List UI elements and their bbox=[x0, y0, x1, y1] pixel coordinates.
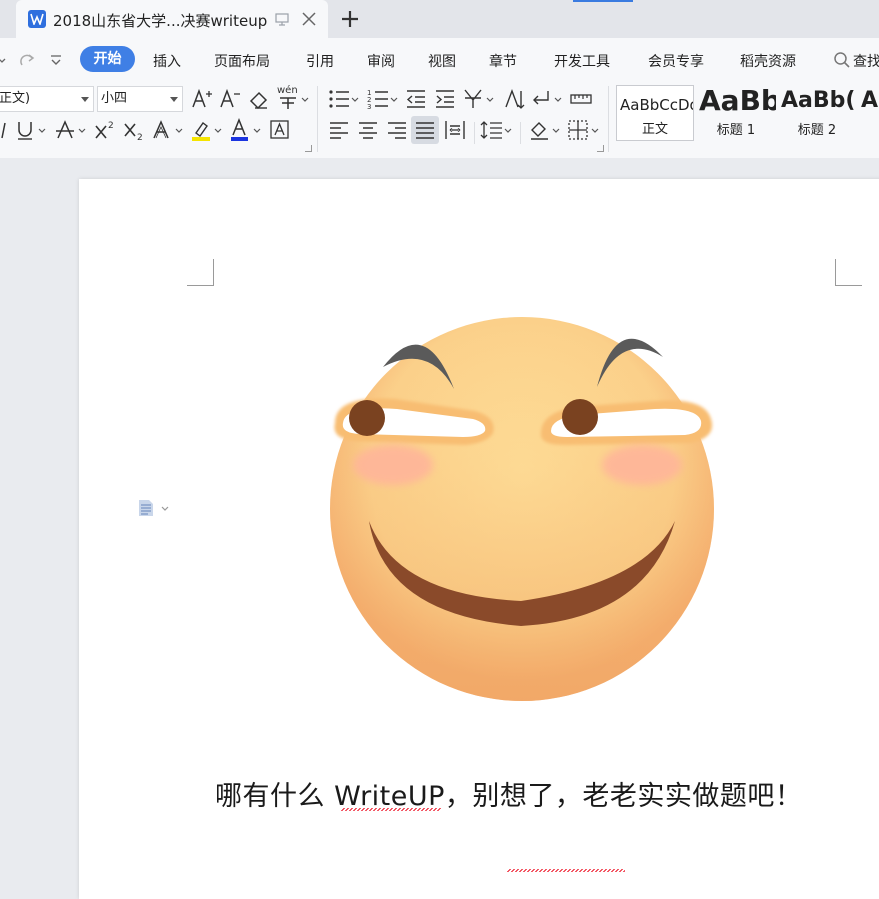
margin-corner-mark bbox=[835, 259, 862, 286]
distributed-align-icon[interactable] bbox=[443, 118, 467, 142]
ribbon-tab-row: 开始 插入 页面布局 引用 审阅 视图 章节 开发工具 会员专享 稻壳资源 查找 bbox=[0, 38, 879, 82]
document-canvas[interactable]: 哪有什么 WriteUP，别想了，老老实实做题吧！ bbox=[0, 158, 879, 899]
style-sample: AaBb( bbox=[781, 88, 856, 113]
right-blush bbox=[602, 445, 682, 485]
borders-icon[interactable] bbox=[567, 118, 601, 142]
grow-font-icon[interactable] bbox=[190, 87, 214, 111]
style-sample: AaBb bbox=[699, 85, 776, 117]
chevron-down-icon bbox=[170, 97, 178, 102]
left-blush bbox=[353, 445, 433, 485]
spellcheck-underline bbox=[341, 808, 441, 811]
style-name: 标题 1 bbox=[716, 123, 756, 138]
margin-corner-mark bbox=[187, 259, 214, 286]
paragraph-mark-icon[interactable] bbox=[530, 87, 564, 111]
decrease-indent-icon[interactable] bbox=[404, 87, 428, 111]
tab-developer[interactable]: 开发工具 bbox=[554, 51, 610, 71]
bullet-list-icon[interactable] bbox=[327, 87, 361, 111]
document-body-text[interactable]: 哪有什么 WriteUP，别想了，老老实实做题吧！ bbox=[215, 774, 802, 813]
shrink-font-icon[interactable] bbox=[218, 87, 242, 111]
right-pupil bbox=[562, 399, 598, 435]
tab-strip: 2018山东省大学...决赛writeup bbox=[0, 0, 879, 38]
style-name: 正文 bbox=[641, 122, 668, 137]
tab-review[interactable]: 审阅 bbox=[367, 51, 395, 71]
font-name-value: 正文) bbox=[0, 91, 31, 106]
tab-insert[interactable]: 插入 bbox=[153, 51, 181, 71]
monitor-icon[interactable] bbox=[274, 11, 290, 27]
superscript-icon[interactable]: 2 bbox=[93, 118, 117, 142]
group-separator bbox=[317, 86, 318, 152]
align-center-icon[interactable] bbox=[356, 118, 380, 142]
font-color-icon[interactable] bbox=[229, 118, 263, 142]
pinyin-label: wén bbox=[277, 85, 298, 96]
underline-icon[interactable] bbox=[14, 118, 48, 142]
tab-home[interactable]: 开始 bbox=[80, 46, 135, 72]
group-separator bbox=[608, 86, 609, 152]
spellcheck-underline bbox=[507, 869, 625, 872]
tab-member[interactable]: 会员专享 bbox=[648, 51, 704, 71]
chevron-down-icon bbox=[81, 97, 89, 102]
window-accent-line bbox=[573, 0, 633, 2]
smirk-face-image[interactable] bbox=[325, 315, 725, 705]
subscript-icon[interactable]: 2 bbox=[122, 118, 146, 142]
tab-title: 2018山东省大学...决赛writeup bbox=[53, 12, 268, 30]
style-name: 标题 2 bbox=[797, 123, 837, 138]
home-ribbon: 正文) 小四 wén 2 2 1 2 3 AaBbCcDd 正文 AaBb 标题… bbox=[0, 82, 879, 159]
tab-section[interactable]: 章节 bbox=[489, 51, 517, 71]
new-tab-plus-icon[interactable] bbox=[338, 7, 362, 31]
numbered-list-icon[interactable]: 123 bbox=[366, 87, 400, 111]
text-direction-icon[interactable] bbox=[502, 87, 526, 111]
font-size-select[interactable]: 小四 bbox=[97, 86, 183, 112]
document-tab[interactable]: 2018山东省大学...决赛writeup bbox=[16, 0, 328, 38]
paragraph-layout-icon[interactable] bbox=[137, 498, 173, 522]
line-spacing-icon[interactable] bbox=[480, 118, 514, 142]
svg-text:2: 2 bbox=[137, 133, 143, 142]
align-justify-icon[interactable] bbox=[411, 116, 439, 144]
chinese-layout-icon[interactable] bbox=[462, 87, 496, 111]
tab-page-layout[interactable]: 页面布局 bbox=[214, 51, 270, 71]
strikethrough-icon[interactable] bbox=[54, 118, 88, 142]
text-effect-icon[interactable] bbox=[151, 118, 185, 142]
style-heading-2[interactable]: AaBb( 标题 2 bbox=[778, 85, 856, 141]
search-icon[interactable] bbox=[833, 51, 851, 73]
customize-quick-access-icon[interactable] bbox=[48, 50, 64, 74]
ruler-icon[interactable] bbox=[569, 87, 593, 111]
align-right-icon[interactable] bbox=[385, 118, 409, 142]
left-pupil bbox=[349, 400, 385, 436]
style-normal[interactable]: AaBbCcDd 正文 bbox=[616, 85, 694, 141]
highlight-color-icon[interactable] bbox=[190, 118, 224, 142]
font-dialog-launcher-icon[interactable] bbox=[305, 145, 312, 152]
close-icon[interactable] bbox=[300, 10, 318, 28]
wps-writer-icon bbox=[28, 10, 46, 28]
font-size-value: 小四 bbox=[101, 91, 128, 106]
pinyin-guide-icon[interactable]: wén bbox=[275, 85, 309, 110]
style-heading-1[interactable]: AaBb 标题 1 bbox=[696, 85, 776, 141]
font-name-select[interactable]: 正文) bbox=[0, 86, 94, 112]
style-heading-3[interactable]: A bbox=[858, 85, 879, 141]
clear-format-eraser-icon[interactable] bbox=[247, 87, 271, 111]
tab-docer-resources[interactable]: 稻壳资源 bbox=[740, 51, 796, 71]
align-left-icon[interactable] bbox=[327, 118, 351, 142]
tab-references[interactable]: 引用 bbox=[306, 51, 334, 71]
document-page[interactable]: 哪有什么 WriteUP，别想了，老老实实做题吧！ bbox=[79, 179, 879, 899]
search-label[interactable]: 查找 bbox=[853, 51, 879, 71]
group-separator bbox=[474, 122, 475, 144]
group-separator bbox=[520, 122, 521, 144]
redo-icon[interactable] bbox=[16, 50, 38, 74]
paragraph-dialog-launcher-icon[interactable] bbox=[597, 145, 604, 152]
svg-text:3: 3 bbox=[367, 103, 371, 111]
style-sample: AaBbCcDd bbox=[620, 96, 693, 114]
style-sample: A bbox=[861, 88, 879, 113]
character-border-icon[interactable] bbox=[268, 118, 292, 142]
quick-access-dropdown-icon[interactable] bbox=[0, 50, 8, 74]
face-shading bbox=[330, 317, 714, 701]
tab-view[interactable]: 视图 bbox=[428, 51, 456, 71]
increase-indent-icon[interactable] bbox=[433, 87, 457, 111]
style-gallery: AaBbCcDd 正文 AaBb 标题 1 AaBb( 标题 2 A bbox=[614, 85, 879, 143]
svg-text:2: 2 bbox=[108, 121, 114, 131]
shading-icon[interactable] bbox=[528, 118, 562, 142]
